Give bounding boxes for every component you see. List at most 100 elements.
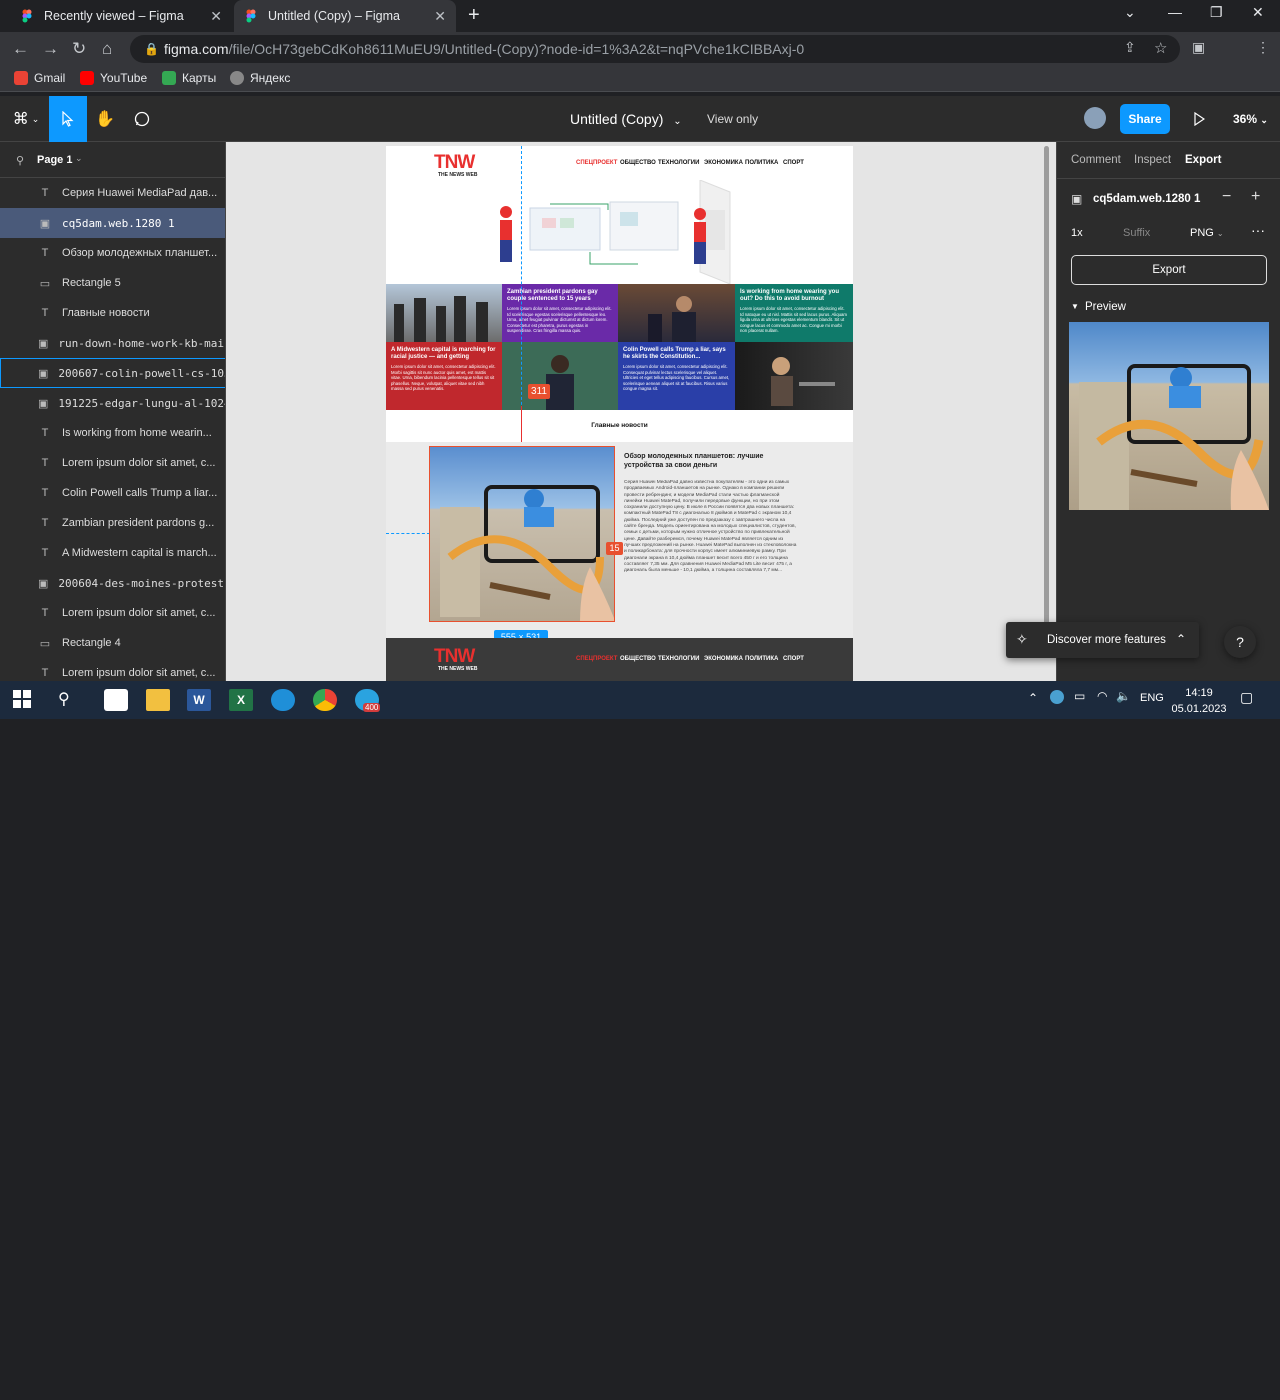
layer-item[interactable]: ▣ 200607-colin-powell-cs-1037... — [0, 358, 225, 388]
comment-tool-icon[interactable] — [123, 96, 161, 142]
file-title[interactable]: Untitled (Copy) ⌄ — [570, 111, 682, 127]
edge-icon[interactable] — [271, 689, 295, 711]
featured-image[interactable] — [429, 446, 615, 622]
nav-link[interactable]: СПОРТ — [783, 656, 804, 662]
page-frame[interactable]: TNW THE NEWS WEB Zambian president pardo… — [386, 146, 853, 681]
layer-item[interactable]: T Is working from home wearin... — [0, 418, 225, 448]
camera-app-icon[interactable] — [104, 689, 128, 711]
restore-icon[interactable]: ❐ — [1210, 4, 1223, 21]
layer-item[interactable]: ▭ Rectangle 4 — [0, 628, 225, 658]
export-button[interactable]: Export — [1071, 255, 1267, 285]
volume-icon[interactable]: 🔈 — [1116, 689, 1131, 703]
bookmark-star-icon[interactable]: ☆ — [1154, 39, 1167, 57]
close-tab-icon[interactable]: ✕ — [434, 8, 446, 25]
zoom-level[interactable]: 36% ⌄ — [1233, 112, 1268, 126]
help-button[interactable]: ? — [1224, 626, 1256, 658]
add-export-icon[interactable]: + — [1251, 188, 1260, 206]
windows-start-icon[interactable] — [12, 689, 36, 711]
back-icon[interactable]: ← — [12, 39, 29, 59]
nav-link[interactable]: ПОЛИТИКА — [745, 160, 778, 166]
nav-link[interactable]: ПОЛИТИКА — [745, 656, 778, 662]
suffix-input[interactable]: Suffix — [1123, 227, 1150, 239]
url-field[interactable]: 🔒 figma.com/file/OcH73gebCdKoh8611MuEU9/… — [130, 35, 1180, 63]
layer-item[interactable]: T A Midwestern capital is march... — [0, 538, 225, 568]
tile-powell[interactable]: Colin Powell calls Trump a liar, says he… — [618, 342, 735, 410]
new-tab-icon[interactable]: + — [468, 4, 480, 27]
nav-link[interactable]: ТЕХНОЛОГИИ — [658, 656, 699, 662]
layer-item[interactable]: ▣ cq5dam.web.1280 1 — [0, 208, 225, 238]
layer-item[interactable]: T Lorem ipsum dolor sit amet, c... — [0, 448, 225, 478]
tile-zambia[interactable]: Zambian president pardons gay couple sen… — [502, 284, 618, 342]
canvas-scrollbar[interactable] — [1044, 146, 1049, 642]
scale-select[interactable]: 1x — [1071, 227, 1083, 239]
search-icon[interactable]: ⚲ — [16, 154, 24, 167]
caret-down-icon[interactable]: ▼ — [1071, 302, 1079, 311]
share-page-icon[interactable]: ⇪ — [1124, 39, 1136, 56]
home-icon[interactable]: ⌂ — [102, 39, 112, 59]
layer-item[interactable]: ▭ Rectangle 5 — [0, 268, 225, 298]
tab-inspect[interactable]: Inspect — [1134, 154, 1171, 166]
layer-item[interactable]: T Lorem ipsum dolor sit amet, c... — [0, 658, 225, 681]
layer-item[interactable]: T Обзор молодежных планшет... — [0, 238, 225, 268]
chevron-up-icon[interactable]: ⌃ — [1176, 632, 1186, 646]
tile-midwest[interactable]: A Midwestern capital is marching for rac… — [386, 342, 502, 410]
file-explorer-icon[interactable] — [146, 689, 170, 711]
minimize-icon[interactable]: — — [1168, 4, 1182, 20]
more-options-icon[interactable]: ··· — [1251, 222, 1265, 238]
tab-untitled-copy[interactable]: Untitled (Copy) – Figma ✕ — [234, 0, 456, 32]
layer-item[interactable]: ▣ 200604-des-moines-protest-... — [0, 568, 225, 598]
tray-app-icon[interactable] — [1050, 690, 1064, 704]
tile-wfh[interactable]: Is working from home wearing you out? Do… — [735, 284, 853, 342]
remove-export-icon[interactable]: − — [1222, 188, 1231, 206]
language-indicator[interactable]: ENG — [1140, 692, 1164, 704]
tab-comment[interactable]: Comment — [1071, 154, 1121, 166]
close-window-icon[interactable]: ✕ — [1252, 4, 1264, 21]
move-tool-icon[interactable] — [49, 96, 87, 142]
nav-link[interactable]: СПОРТ — [783, 160, 804, 166]
nav-link[interactable]: ОБЩЕСТВО — [620, 656, 656, 662]
reload-icon[interactable]: ↻ — [72, 39, 86, 59]
forward-icon[interactable]: → — [42, 39, 59, 59]
nav-link[interactable]: СПЕЦПРОЕКТ — [576, 160, 617, 166]
menu-icon[interactable]: ⋮ — [1256, 39, 1270, 56]
page-selector[interactable]: ⚲ Page 1 ⌄ — [0, 142, 225, 178]
present-icon[interactable] — [1180, 96, 1218, 142]
hand-tool-icon[interactable]: ✋ — [86, 96, 124, 142]
nav-link[interactable]: ЭКОНОМИКА — [704, 656, 743, 662]
system-clock[interactable]: 14:19 05.01.2023 — [1170, 685, 1228, 717]
nav-link[interactable]: ЭКОНОМИКА — [704, 160, 743, 166]
notifications-icon[interactable]: ▢ — [1240, 689, 1253, 706]
excel-icon[interactable]: X — [229, 689, 253, 711]
layer-item[interactable]: T Главные новости — [0, 298, 225, 328]
share-button[interactable]: Share — [1120, 104, 1170, 134]
tab-export[interactable]: Export — [1185, 154, 1221, 166]
chevron-up-icon[interactable]: ⌃ — [1028, 691, 1038, 705]
battery-icon[interactable]: ▭ — [1074, 689, 1085, 703]
word-icon[interactable]: W — [187, 689, 211, 711]
layer-item[interactable]: T Colin Powell calls Trump a liar... — [0, 478, 225, 508]
tab-recently-viewed[interactable]: Recently viewed – Figma ✕ — [10, 0, 232, 32]
layer-item[interactable]: T Zambian president pardons g... — [0, 508, 225, 538]
main-menu-icon[interactable]: ⌘ ⌄ — [6, 96, 46, 142]
layer-item[interactable]: T Lorem ipsum dolor sit amet, c... — [0, 598, 225, 628]
user-avatar[interactable] — [1084, 107, 1106, 129]
close-tab-icon[interactable]: ✕ — [210, 8, 222, 25]
layer-item[interactable]: ▣ run-down-home-work-kb-mai... — [0, 328, 225, 358]
bookmark-gmail[interactable]: Gmail — [14, 71, 65, 85]
layer-item[interactable]: T Серия Huawei MediaPad дав... — [0, 178, 225, 208]
bookmark-youtube[interactable]: YouTube — [80, 71, 147, 85]
sidebar-icon[interactable]: ▣ — [1192, 39, 1205, 56]
format-select[interactable]: PNG ⌄ — [1190, 227, 1224, 239]
bookmark-maps[interactable]: Карты — [162, 71, 216, 85]
discover-toast[interactable]: ✧ Discover more features ⌃ — [1006, 622, 1199, 658]
nav-link[interactable]: ОБЩЕСТВО — [620, 160, 656, 166]
design-canvas[interactable]: TNW THE NEWS WEB Zambian president pardo… — [226, 142, 1056, 681]
search-icon[interactable]: ⚲ — [58, 689, 82, 711]
nav-link[interactable]: СПЕЦПРОЕКТ — [576, 656, 617, 662]
nav-link[interactable]: ТЕХНОЛОГИИ — [658, 160, 699, 166]
layer-item[interactable]: ▣ 191225-edgar-lungu-al-1024_... — [0, 388, 225, 418]
bookmark-yandex[interactable]: Яндекс — [230, 71, 290, 85]
chrome-icon[interactable] — [313, 689, 337, 711]
tab-search-icon[interactable]: ⌄ — [1124, 4, 1136, 21]
wifi-icon[interactable]: ◠ — [1097, 689, 1107, 703]
